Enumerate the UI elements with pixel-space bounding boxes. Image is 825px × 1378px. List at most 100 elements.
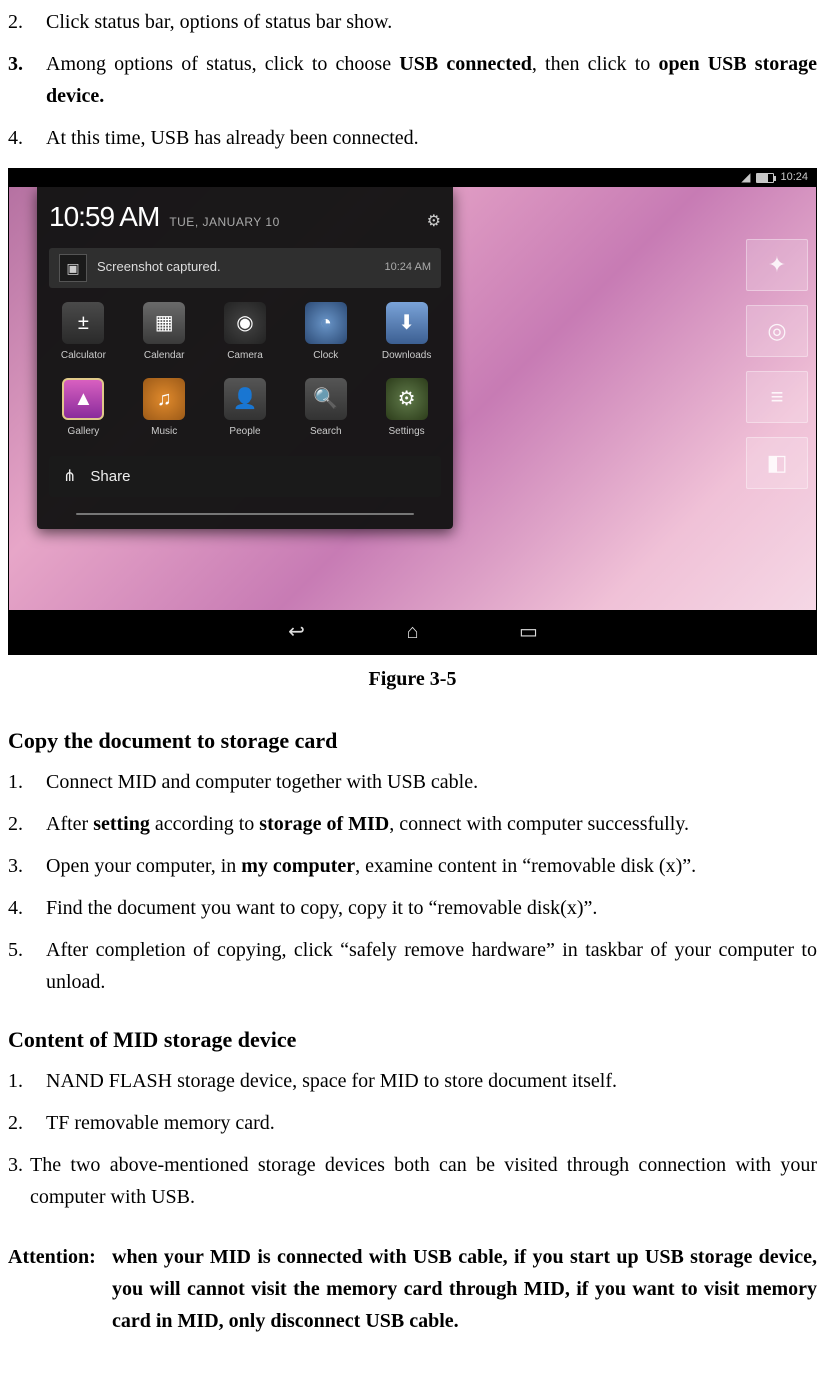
widget-3[interactable]: ≡	[746, 371, 808, 423]
app-row-2: ▲ Gallery ♫Music 👤 People 🔍 Search ⚙ Setting…	[49, 378, 441, 440]
app-label: Search	[310, 424, 342, 440]
signal-icon: ◢	[741, 168, 750, 187]
clock-time: 10:59 AM	[49, 195, 159, 240]
settings-icon: ⚙	[386, 378, 428, 420]
share-icon: ⋔	[63, 464, 76, 490]
bold-term: my computer	[241, 855, 355, 877]
search-icon: 🔍	[305, 378, 347, 420]
document-page: 2. Click status bar, options of status b…	[0, 6, 825, 1377]
step-text: Among options of status, click to choose…	[46, 48, 817, 112]
step-number: 3.	[8, 1149, 30, 1213]
widget-2[interactable]: ◎	[746, 305, 808, 357]
panel-header: 10:59 AM TUE, JANUARY 10 ⚙	[49, 195, 441, 240]
widget-1[interactable]: ✦	[746, 239, 808, 291]
notification-item[interactable]: ▣ Screenshot captured. 10:24 AM	[49, 248, 441, 288]
clock-icon: ◔	[305, 302, 347, 344]
calculator-icon: ±	[62, 302, 104, 344]
back-button[interactable]: ↩	[279, 620, 315, 644]
content-item-2: 2. TF removable memory card.	[8, 1107, 817, 1139]
widget-4[interactable]: ◧	[746, 437, 808, 489]
nav-bar: ↩ ⌂ ▭	[9, 610, 816, 654]
app-calculator[interactable]: ± Calculator	[53, 302, 114, 364]
app-downloads[interactable]: ⬇Downloads	[376, 302, 437, 364]
step-number: 5.	[8, 934, 46, 998]
text: according to	[150, 813, 259, 835]
text: , connect with computer successfully.	[389, 813, 689, 835]
panel-handle[interactable]	[76, 513, 413, 515]
home-button[interactable]: ⌂	[395, 620, 431, 644]
app-label: Downloads	[382, 348, 431, 364]
content-item-3: 3. The two above-mentioned storage devic…	[8, 1149, 817, 1213]
step-text: After completion of copying, click “safe…	[46, 934, 817, 998]
notification-panel[interactable]: 10:59 AM TUE, JANUARY 10 ⚙ ▣ Screenshot …	[37, 187, 453, 529]
step-number: 2.	[8, 6, 46, 38]
copy-step-5: 5. After completion of copying, click “s…	[8, 934, 817, 998]
app-gallery[interactable]: ▲ Gallery	[53, 378, 114, 440]
app-clock[interactable]: ◔ Clock	[295, 302, 356, 364]
step-text: Open your computer, in my computer, exam…	[46, 850, 817, 882]
text: , examine content in “removable disk (x)…	[355, 855, 696, 877]
step-number: 1.	[8, 766, 46, 798]
quick-settings-icon[interactable]: ⚙	[427, 209, 441, 235]
figure-screenshot: ◢ 10:24 10:59 AM TUE, JANUARY 10 ⚙ ▣ Scr…	[8, 168, 817, 655]
bold-term: setting	[93, 813, 150, 835]
step-4: 4. At this time, USB has already been co…	[8, 122, 817, 154]
screenshot-icon: ▣	[59, 254, 87, 282]
step-text: Connect MID and computer together with U…	[46, 766, 817, 798]
attention-body: when your MID is connected with USB cabl…	[112, 1241, 817, 1337]
side-widgets: ✦ ◎ ≡ ◧	[746, 239, 806, 489]
step-number: 2.	[8, 808, 46, 840]
app-people[interactable]: 👤 People	[215, 378, 276, 440]
step-3: 3. Among options of status, click to cho…	[8, 48, 817, 112]
figure-caption: Figure 3-5	[8, 663, 817, 695]
step-2: 2. Click status bar, options of status b…	[8, 6, 817, 38]
calendar-icon: ▦	[143, 302, 185, 344]
step-number: 3.	[8, 850, 46, 882]
recent-button[interactable]: ▭	[511, 620, 547, 644]
bold-term: storage of MID	[259, 813, 389, 835]
app-label: Settings	[389, 424, 425, 440]
text: Open your computer, in	[46, 855, 241, 877]
copy-step-4: 4. Find the document you want to copy, c…	[8, 892, 817, 924]
text: Among options of status, click to choose	[46, 53, 399, 75]
app-calendar[interactable]: ▦ Calendar	[134, 302, 195, 364]
section-content-title: Content of MID storage device	[8, 1022, 817, 1057]
step-number: 3.	[8, 48, 46, 112]
attention-label: Attention:	[8, 1241, 112, 1337]
step-number: 4.	[8, 892, 46, 924]
share-row[interactable]: ⋔ Share	[49, 456, 441, 498]
app-row-1: ± Calculator ▦ Calendar ◉ Camera ◔ Clock ⬇Do…	[49, 302, 441, 364]
app-label: Clock	[313, 348, 338, 364]
status-time: 10:24	[780, 169, 808, 187]
app-search[interactable]: 🔍 Search	[295, 378, 356, 440]
battery-icon	[756, 173, 774, 183]
bold-term: USB connected	[399, 53, 532, 75]
camera-icon: ◉	[224, 302, 266, 344]
app-label: Calculator	[61, 348, 106, 364]
step-text: NAND FLASH storage device, space for MID…	[46, 1065, 817, 1097]
notification-title: Screenshot captured.	[97, 257, 221, 278]
app-label: Gallery	[68, 424, 100, 440]
music-icon: ♫	[143, 378, 185, 420]
step-text: Find the document you want to copy, copy…	[46, 892, 817, 924]
step-text: TF removable memory card.	[46, 1107, 817, 1139]
copy-step-1: 1. Connect MID and computer together wit…	[8, 766, 817, 798]
app-label: Camera	[227, 348, 263, 364]
step-number: 2.	[8, 1107, 46, 1139]
app-camera[interactable]: ◉ Camera	[215, 302, 276, 364]
step-text: After setting according to storage of MI…	[46, 808, 817, 840]
step-number: 4.	[8, 122, 46, 154]
tablet-status-bar[interactable]: ◢ 10:24	[9, 169, 816, 187]
text: , then click to	[532, 53, 659, 75]
app-label: People	[229, 424, 260, 440]
copy-step-2: 2. After setting according to storage of…	[8, 808, 817, 840]
people-icon: 👤	[224, 378, 266, 420]
app-settings[interactable]: ⚙ Settings	[376, 378, 437, 440]
step-text: Click status bar, options of status bar …	[46, 6, 817, 38]
share-label: Share	[90, 465, 130, 489]
app-music[interactable]: ♫Music	[134, 378, 195, 440]
step-text: At this time, USB has already been conne…	[46, 122, 817, 154]
gallery-icon: ▲	[62, 378, 104, 420]
section-copy-title: Copy the document to storage card	[8, 723, 817, 758]
app-label: Calendar	[144, 348, 185, 364]
